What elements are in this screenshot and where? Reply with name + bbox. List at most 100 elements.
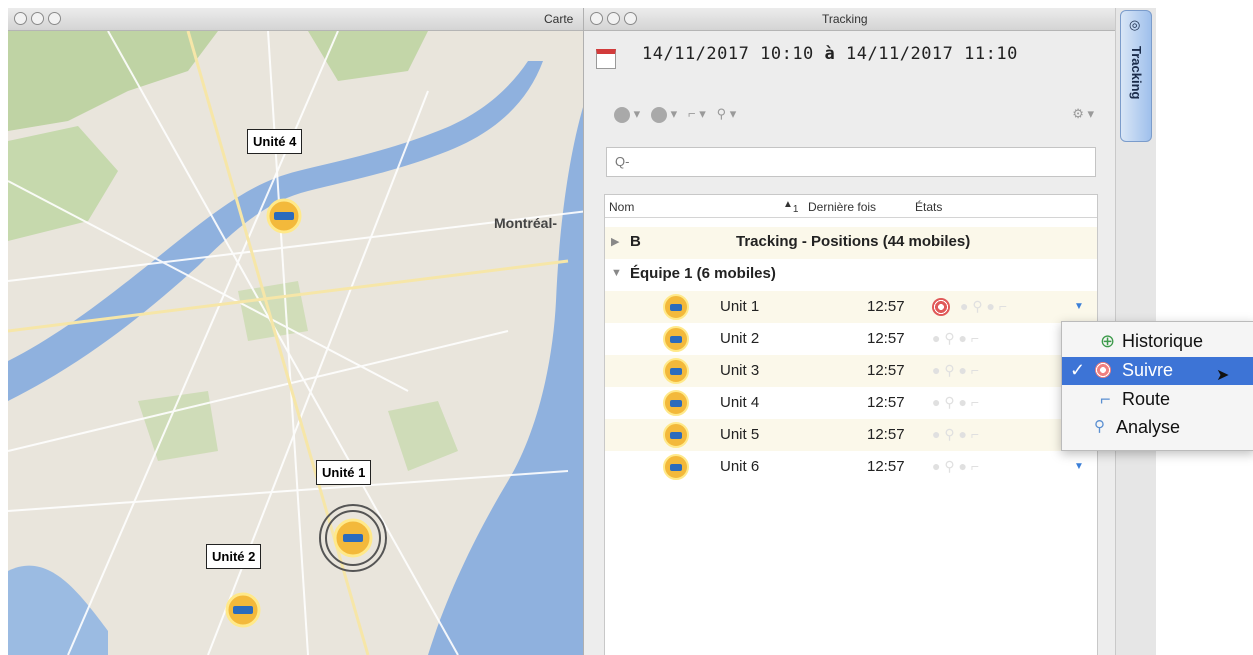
unit-row[interactable]: Unit 4 12:57 ● ⚲ ● ⌐ [605, 387, 1097, 419]
unit-row[interactable]: Unit 5 12:57 ● ⚲ ● ⌐ [605, 419, 1097, 451]
unit-time: 12:57 [867, 330, 905, 347]
state-icons: ● ⚲ ● ⌐ [932, 330, 980, 346]
unit-name: Unit 4 [720, 394, 760, 411]
expand-toggle[interactable]: ▶ [611, 235, 619, 248]
taxi-icon [663, 422, 689, 448]
target-icon[interactable] [932, 298, 950, 316]
menu-item-route[interactable]: ⌐ Route [1062, 386, 1253, 414]
taxi-icon [663, 390, 689, 416]
unit-time: 12:57 [867, 426, 905, 443]
unit-4-map-label: Unité 4 [247, 129, 303, 154]
close-button[interactable] [590, 12, 603, 25]
route-icon: ⌐ [1100, 389, 1111, 409]
unit-time: 12:57 [867, 362, 905, 379]
chevron-down-icon[interactable]: ▾ [634, 106, 641, 121]
from-date: 14/11/2017 [642, 44, 750, 64]
zoom-button[interactable] [48, 12, 61, 25]
calendar-icon[interactable] [596, 49, 616, 69]
taxi-icon [663, 294, 689, 320]
col-name[interactable]: Nom [609, 200, 634, 214]
group-row-team1[interactable]: ▼ Équipe 1 (6 mobiles) [605, 259, 1097, 291]
unit-row[interactable]: Unit 3 12:57 ● ⚲ ● ⌐ [605, 355, 1097, 387]
search-placeholder: Q- [615, 154, 630, 169]
unit-time: 12:57 [867, 458, 905, 475]
map-window: Carte Montréal- Unité 4 Unité 1 Unité 2 [8, 8, 588, 655]
globe-icon[interactable] [614, 106, 630, 123]
context-menu: ⊕ Historique ✓ Suivre ➤ ⌐ Route ⚲ Analys… [1061, 321, 1253, 451]
locate-icon: ◎ [1129, 17, 1141, 32]
target-icon [1095, 362, 1111, 378]
menu-item-label: Route [1122, 389, 1171, 409]
menu-item-label: Suivre [1122, 360, 1174, 380]
gear-icon[interactable]: ⚙ ▾ [1072, 106, 1094, 122]
close-button[interactable] [14, 12, 27, 25]
taxi-icon [663, 358, 689, 384]
menu-item-label: Historique [1122, 331, 1204, 351]
tracking-titlebar: Tracking [584, 8, 1115, 31]
map-canvas[interactable] [8, 31, 588, 655]
minimize-button[interactable] [31, 12, 44, 25]
city-label: Montréal- [494, 215, 557, 231]
taxi-marker-unit2[interactable] [225, 592, 261, 628]
list-header: Nom ▲ 1 Dernière fois États [605, 195, 1097, 218]
check-icon: ✓ [1070, 360, 1086, 380]
unit-name: Unit 1 [720, 298, 760, 315]
taxi-icon [663, 326, 689, 352]
tracking-toolbar: ▾ ▾ ⌐ ▾ ⚲ ▾ ⚙ ▾ [614, 106, 1094, 128]
unit-name: Unit 5 [720, 426, 760, 443]
date-separator: à [824, 44, 836, 64]
state-icons: ● ⚲ ● ⌐ [932, 426, 980, 442]
sort-order: 1 [792, 204, 799, 215]
analysis-icon[interactable]: ⚲ [717, 106, 727, 121]
state-icons: ● ⚲ ● ⌐ [932, 394, 980, 410]
group-label: Équipe 1 (6 mobiles) [630, 265, 776, 282]
row-menu-chevron[interactable]: ▼ [1074, 301, 1084, 312]
route-icon[interactable]: ⌐ [688, 106, 696, 121]
to-date: 14/11/2017 [846, 44, 954, 64]
menu-item-analyse[interactable]: ⚲ Analyse [1062, 414, 1253, 442]
row-menu-chevron[interactable]: ▼ [1074, 461, 1084, 472]
analysis-icon: ⚲ [1094, 418, 1105, 435]
col-states[interactable]: États [915, 200, 942, 214]
state-icons: ● ⚲ ● ⌐ [960, 298, 1008, 314]
menu-item-suivre[interactable]: ✓ Suivre ➤ [1062, 357, 1253, 385]
tracking-window-title: Tracking [822, 12, 868, 26]
unit-name: Unit 2 [720, 330, 760, 347]
unit-name: Unit 6 [720, 458, 760, 475]
mouse-cursor-icon: ➤ [1216, 367, 1230, 384]
zoom-button[interactable] [624, 12, 637, 25]
side-tab-label: Tracking [1129, 46, 1144, 100]
collapse-toggle[interactable]: ▼ [611, 267, 622, 279]
mobiles-list[interactable]: Nom ▲ 1 Dernière fois États ▶ B Tracking … [604, 194, 1098, 655]
menu-item-historique[interactable]: ⊕ Historique [1062, 328, 1253, 356]
to-time: 11:10 [964, 44, 1018, 64]
taxi-marker-unit4[interactable] [266, 198, 302, 234]
unit-1-map-label: Unité 1 [316, 460, 372, 485]
date-range[interactable]: 14/11/2017 10:10 à 14/11/2017 11:10 [642, 44, 1018, 64]
map-window-title: Carte [544, 12, 574, 26]
chevron-down-icon[interactable]: ▾ [699, 106, 706, 121]
from-time: 10:10 [760, 44, 814, 64]
unit-row[interactable]: Unit 6 12:57 ● ⚲ ● ⌐ ▼ [605, 451, 1097, 483]
sort-indicator[interactable]: ▲ 1 [783, 199, 798, 215]
state-icons: ● ⚲ ● ⌐ [932, 458, 980, 474]
taxi-icon [663, 454, 689, 480]
unit-2-map-label: Unité 2 [206, 544, 262, 569]
col-last-time[interactable]: Dernière fois [808, 200, 876, 214]
unit-row[interactable]: Unit 1 12:57 ● ⚲ ● ⌐ ▼ [605, 291, 1097, 323]
unit-row[interactable]: Unit 2 12:57 ● ⚲ ● ⌐ [605, 323, 1097, 355]
unit-name: Unit 3 [720, 362, 760, 379]
tracking-window: Tracking 14/11/2017 10:10 à 14/11/2017 1… [583, 8, 1115, 655]
unit-time: 12:57 [867, 298, 905, 315]
group-label: B [630, 233, 641, 250]
chevron-down-icon[interactable]: ▾ [730, 106, 737, 121]
chevron-down-icon[interactable]: ▾ [671, 106, 678, 121]
group-summary: Tracking - Positions (44 mobiles) [736, 233, 971, 250]
minimize-button[interactable] [607, 12, 620, 25]
group-row-b[interactable]: ▶ B Tracking - Positions (44 mobiles) [605, 227, 1097, 259]
circle-icon[interactable] [651, 106, 667, 123]
map-titlebar: Carte [8, 8, 588, 31]
search-input[interactable]: Q- [606, 147, 1096, 177]
tracking-side-tab[interactable]: ◎ Tracking [1120, 10, 1152, 142]
menu-item-label: Analyse [1116, 417, 1181, 437]
